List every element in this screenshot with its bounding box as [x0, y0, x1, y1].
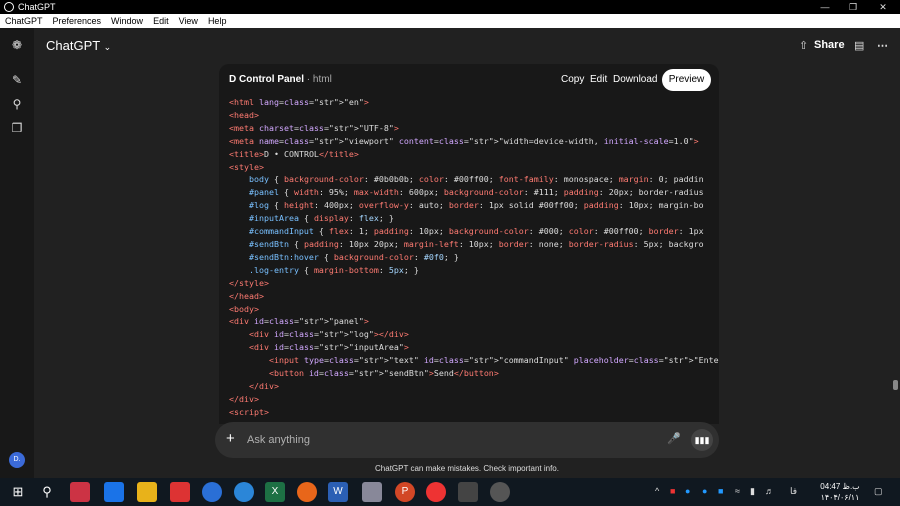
- code-line: </head>: [229, 290, 264, 301]
- word-icon[interactable]: W: [328, 482, 348, 502]
- code-line: <body>: [229, 303, 259, 314]
- code-line: #sendBtn { padding: 10px 20px; margin-le…: [248, 238, 704, 249]
- code-editor[interactable]: <html lang=class="str">"en"> <head> <meta …: [229, 96, 719, 424]
- chat-header: ChatGPT ⌄ ⇧ Share ▤ ⋯: [34, 28, 900, 64]
- menu-chatgpt[interactable]: ChatGPT: [0, 16, 48, 26]
- menu-view[interactable]: View: [174, 16, 203, 26]
- window-title: ChatGPT: [18, 2, 56, 12]
- code-line: body { background-color: #0b0b0b; color:…: [248, 174, 704, 185]
- tray-app-icon[interactable]: ●: [685, 486, 690, 496]
- microphone-icon[interactable]: 🎤: [667, 432, 681, 445]
- menu-help[interactable]: Help: [203, 16, 232, 26]
- notifications-icon[interactable]: ▢: [874, 486, 883, 497]
- app-icon[interactable]: [234, 482, 254, 502]
- canvas-type: · html: [306, 74, 332, 85]
- calculator-icon[interactable]: [458, 482, 478, 502]
- model-name: ChatGPT: [46, 38, 100, 53]
- openai-logo-icon[interactable]: ❁: [10, 38, 24, 52]
- more-options-icon[interactable]: ⋯: [877, 39, 888, 52]
- app-icon[interactable]: [202, 482, 222, 502]
- sidebar-rail: ❁ ✎ ⚲ ❒ D.: [0, 28, 34, 478]
- menu-preferences[interactable]: Preferences: [48, 16, 107, 26]
- disclaimer: ChatGPT can make mistakes. Check importa…: [375, 464, 559, 473]
- preview-button[interactable]: Preview: [662, 69, 711, 91]
- share-button[interactable]: Share: [814, 39, 845, 51]
- code-line: </style>: [229, 277, 269, 288]
- tray-app-icon[interactable]: ■: [718, 486, 723, 496]
- tray-app-icon[interactable]: ●: [702, 486, 707, 496]
- time: 04:47 ب.ظ: [820, 482, 860, 491]
- canvas-title-text: D Control Panel: [229, 74, 305, 85]
- battery-icon[interactable]: ▮: [750, 486, 755, 497]
- code-line: <div id=class="str">"panel">: [229, 316, 369, 327]
- code-line: #log { height: 400px; overflow-y: auto; …: [248, 200, 704, 211]
- code-line: </div>: [248, 380, 279, 391]
- code-line: <button id=class="str">"sendBtn">Send</b…: [268, 368, 499, 379]
- code-line: <head>: [229, 109, 259, 120]
- date: ۱۴۰۴/۰۶/۱۱: [820, 493, 860, 502]
- menubar: ChatGPT Preferences Window Edit View Hel…: [0, 14, 900, 28]
- app-icon[interactable]: [362, 482, 382, 502]
- maximize-icon[interactable]: ❐: [838, 0, 868, 14]
- wifi-icon[interactable]: ≈: [735, 486, 740, 496]
- chevron-down-icon: ⌄: [103, 42, 112, 52]
- code-line: #sendBtn:hover { background-color: #0f0;…: [248, 251, 459, 262]
- excel-icon[interactable]: X: [265, 482, 285, 502]
- menu-edit[interactable]: Edit: [148, 16, 174, 26]
- chatgpt-logo-icon: [4, 2, 14, 12]
- powerpoint-icon[interactable]: P: [395, 482, 415, 502]
- code-line: </div>: [229, 393, 259, 404]
- share-icon: ⇧: [799, 40, 809, 52]
- chevron-up-icon[interactable]: ^: [655, 486, 659, 496]
- code-line: #inputArea { display: flex; }: [248, 213, 394, 224]
- code-line: <style>: [229, 161, 264, 172]
- firefox-icon[interactable]: [297, 482, 317, 502]
- chatgpt-icon[interactable]: [490, 482, 510, 502]
- copy-button[interactable]: Copy: [561, 74, 584, 85]
- file-explorer-icon[interactable]: [137, 482, 157, 502]
- page-scrollbar[interactable]: [893, 380, 898, 390]
- clock[interactable]: 04:47 ب.ظ ۱۴۰۴/۰۶/۱۱: [820, 481, 860, 503]
- composer: + 🎤 ▮▮▮: [215, 422, 719, 458]
- menu-window[interactable]: Window: [106, 16, 148, 26]
- search-icon[interactable]: ⚲: [10, 97, 24, 111]
- code-line: #panel { width: 95%; max-width: 600px; b…: [248, 187, 704, 198]
- code-line: <meta name=class="str">"viewport" conten…: [229, 135, 699, 146]
- code-line: <div id=class="str">"inputArea">: [248, 342, 409, 353]
- window-titlebar: ChatGPT — ❐ ✕: [0, 0, 900, 14]
- language-indicator[interactable]: فا: [790, 486, 797, 497]
- edit-button[interactable]: Edit: [590, 74, 607, 85]
- code-line: .log-entry { margin-bottom: 5px; }: [248, 264, 419, 275]
- volume-icon[interactable]: ♬: [765, 486, 774, 496]
- app-icon[interactable]: [70, 482, 90, 502]
- code-line: <script>: [229, 406, 269, 417]
- minimize-icon[interactable]: —: [810, 0, 840, 14]
- tray-app-icon[interactable]: ■: [670, 486, 675, 496]
- code-line: <div id=class="str">"log"></div>: [248, 329, 409, 340]
- model-selector[interactable]: ChatGPT ⌄: [46, 38, 111, 53]
- library-icon[interactable]: ❒: [10, 121, 24, 135]
- code-line: <title>D • CONTROL</title>: [229, 148, 359, 159]
- windows-start-icon[interactable]: ⊞: [8, 482, 28, 502]
- app-icon[interactable]: [104, 482, 124, 502]
- close-icon[interactable]: ✕: [868, 0, 898, 14]
- code-canvas: D Control Panel · html Copy Edit Downloa…: [219, 64, 719, 424]
- windows-taskbar: ⊞ ⚲ X W P ^ ■ ● ● ■ ≈ ▮ ♬ فا 04:47 ب.ظ ۱…: [0, 478, 900, 506]
- new-chat-icon[interactable]: ✎: [10, 73, 24, 87]
- canvas-title: D Control Panel · html: [229, 74, 332, 85]
- chrome-icon[interactable]: [426, 482, 446, 502]
- plus-icon[interactable]: +: [226, 430, 235, 447]
- voice-mode-icon[interactable]: ▮▮▮: [691, 429, 713, 451]
- code-line: #commandInput { flex: 1; padding: 10px; …: [248, 226, 704, 237]
- app-icon[interactable]: [170, 482, 190, 502]
- download-button[interactable]: Download: [613, 74, 657, 85]
- code-line: <input type=class="str">"text" id=class=…: [268, 355, 719, 366]
- prompt-input[interactable]: [247, 430, 647, 450]
- code-line: <meta charset=class="str">"UTF-8">: [229, 122, 399, 133]
- canvas-header: D Control Panel · html Copy Edit Downloa…: [219, 64, 719, 96]
- code-line: <html lang=class="str">"en">: [229, 97, 369, 107]
- canvas-icon[interactable]: ▤: [854, 39, 864, 52]
- search-icon[interactable]: ⚲: [37, 482, 57, 502]
